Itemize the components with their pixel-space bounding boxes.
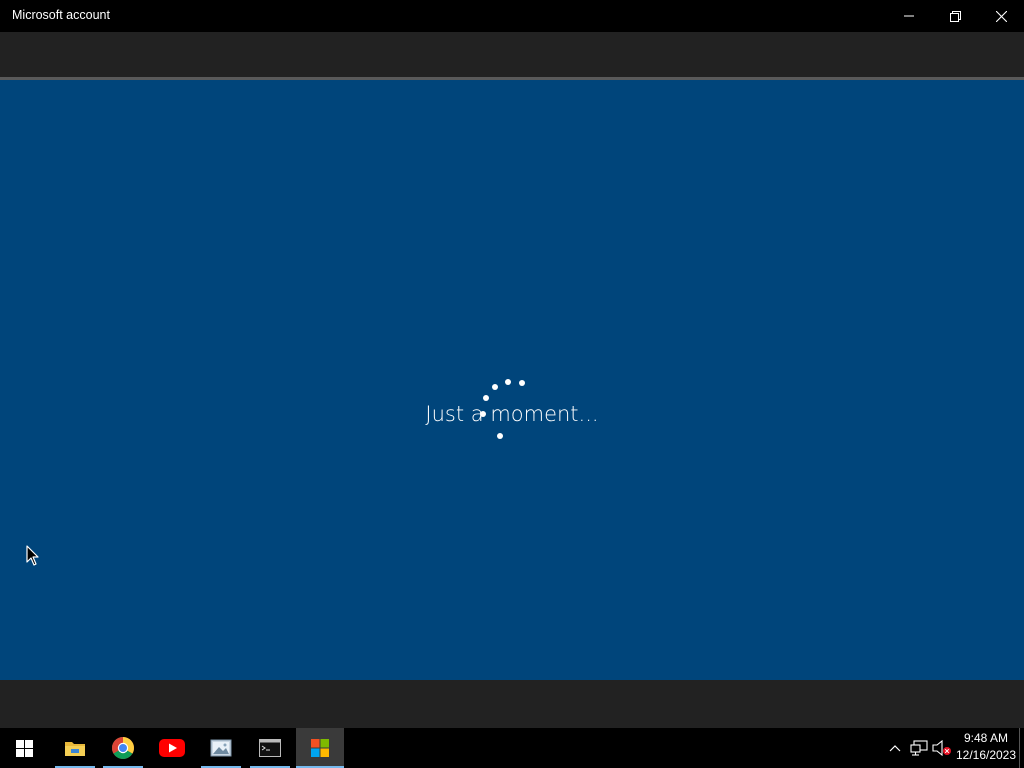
status-text: Just a moment... [425,402,599,426]
volume-muted-icon [932,740,951,756]
app-toolbar [0,32,1024,77]
minimize-icon [904,15,914,17]
mouse-cursor-icon [26,545,39,566]
show-hidden-icons-button[interactable] [885,738,905,758]
volume-button[interactable] [932,738,952,758]
restore-button[interactable] [932,0,978,32]
youtube-icon [159,739,185,757]
network-button[interactable] [909,738,929,758]
taskbar-command-prompt[interactable] [246,728,294,768]
folder-icon [65,742,85,756]
taskbar-microsoft-store[interactable] [296,728,344,768]
content-area: Just a moment... [0,80,1024,680]
show-desktop-button[interactable] [1019,728,1024,768]
start-button[interactable] [0,728,48,768]
taskbar-chrome[interactable] [99,728,147,768]
clock-time: 9:48 AM [963,731,1009,745]
taskbar-photos[interactable] [197,728,245,768]
windows-start-icon [15,739,33,757]
close-icon [995,10,1007,22]
terminal-icon [259,739,281,757]
window-title: Microsoft account [12,8,110,22]
chevron-up-icon [889,745,901,752]
close-button[interactable] [978,0,1024,32]
network-icon [910,740,928,756]
taskbar-youtube[interactable] [148,728,196,768]
microsoft-store-icon [311,739,329,757]
taskbar-file-explorer[interactable] [51,728,99,768]
photos-icon [210,739,232,757]
restore-icon [949,10,961,22]
clock-date: 12/16/2023 [955,748,1017,762]
clock-button[interactable]: 9:48 AM 12/16/2023 [950,730,1022,766]
chrome-icon [112,737,134,759]
bottom-bar [0,680,1024,728]
minimize-button[interactable] [886,0,932,32]
taskbar: 9:48 AM 12/16/2023 [0,728,1024,768]
window-title-bar[interactable]: Microsoft account [0,0,1024,32]
